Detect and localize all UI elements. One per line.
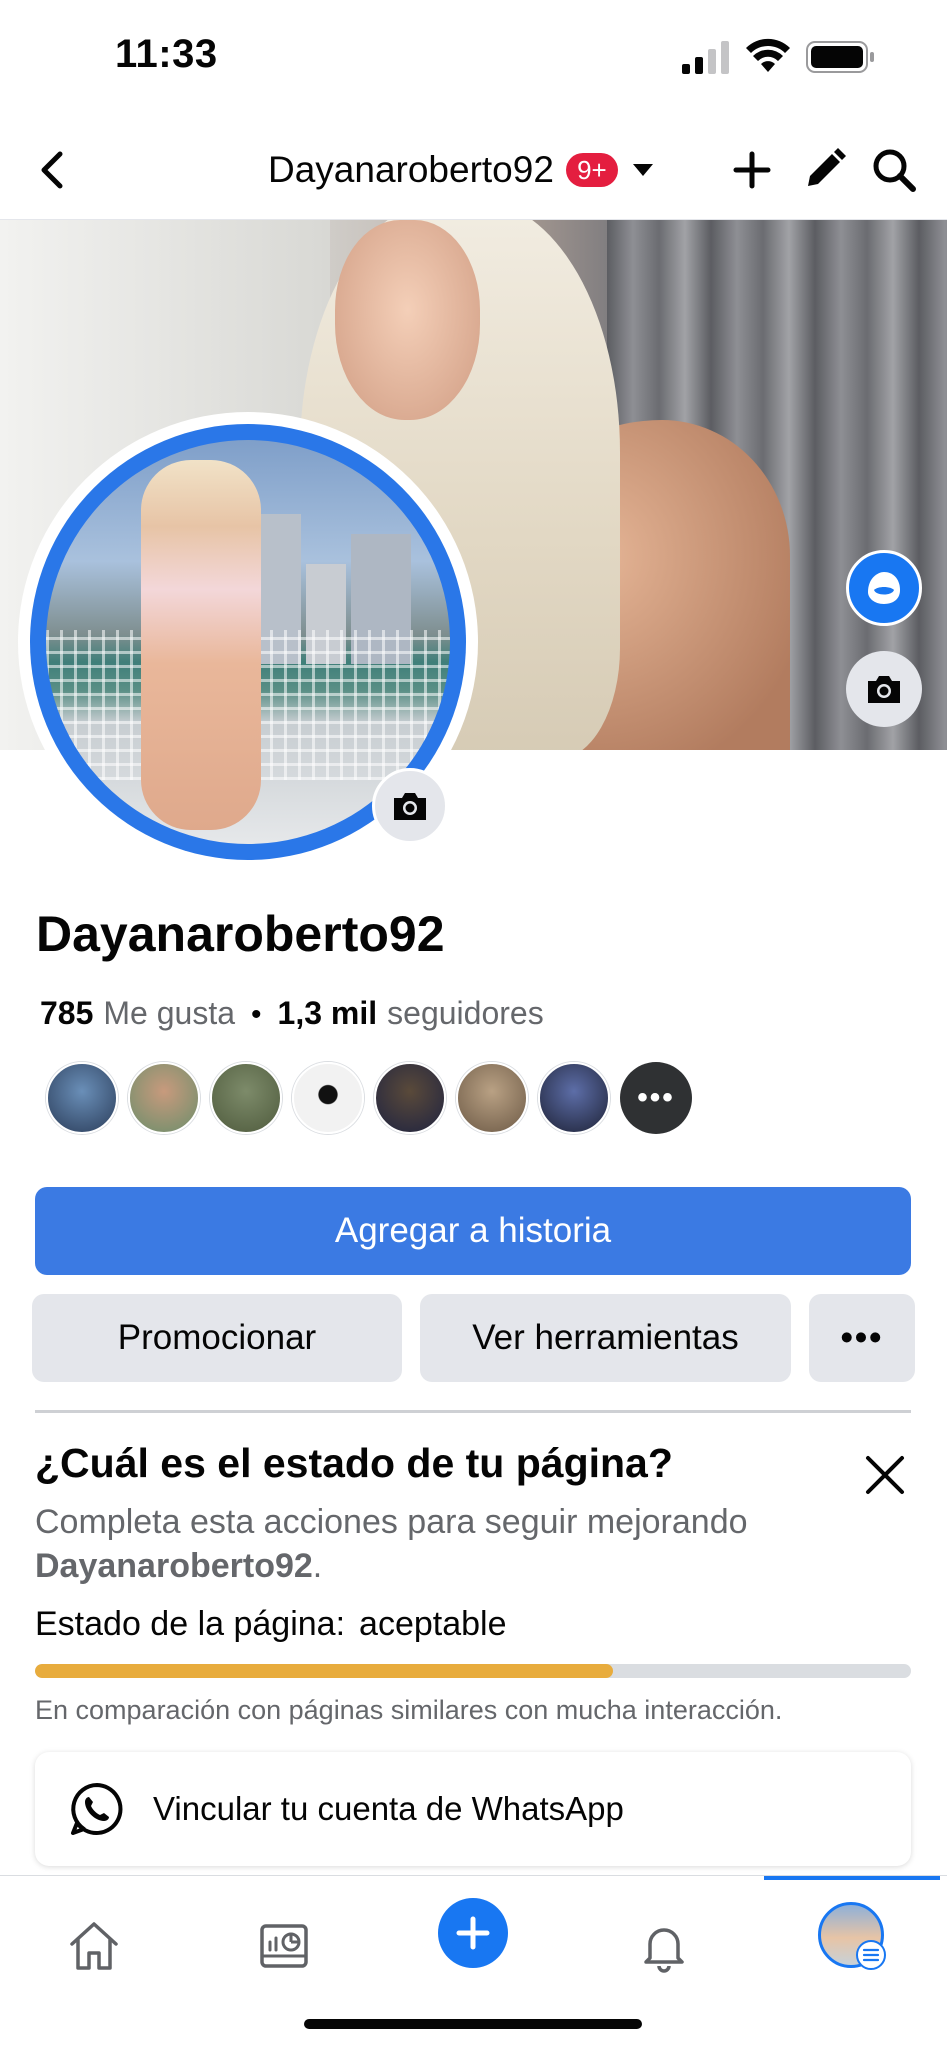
add-to-story-button[interactable]: Agregar a historia [35, 1187, 911, 1275]
avatar[interactable] [210, 1062, 282, 1134]
stats-separator: • [251, 998, 262, 1031]
page-health-progress-bar [35, 1664, 911, 1678]
home-indicator [304, 2019, 642, 2029]
likes-label: Me gusta [103, 995, 236, 1031]
avatar[interactable] [538, 1062, 610, 1134]
avatar[interactable] [374, 1062, 446, 1134]
page-health-status: Estado de la página: aceptable [35, 1605, 507, 1644]
health-desc-prefix: Completa esta acciones para seguir mejor… [35, 1503, 748, 1541]
more-options-button[interactable]: ••• [809, 1294, 915, 1382]
dashboard-icon [260, 1924, 308, 1968]
promote-button[interactable]: Promocionar [32, 1294, 402, 1382]
pp-figure [141, 460, 261, 830]
wifi-icon [746, 38, 790, 72]
tab-notifications[interactable] [624, 1906, 704, 1986]
avatar[interactable] [128, 1062, 200, 1134]
health-desc-page: Dayanaroberto92 [35, 1547, 313, 1585]
page-switcher[interactable]: Dayanaroberto92 9+ [268, 140, 656, 200]
avatar-button[interactable] [846, 550, 922, 626]
tab-create[interactable] [438, 1898, 508, 1968]
notifications-icon [644, 1928, 684, 1973]
page-stats[interactable]: 785 Me gusta • 1,3 mil seguidores [40, 995, 544, 1032]
more-followers-button[interactable]: ••• [620, 1062, 692, 1134]
followers-count: 1,3 mil [277, 995, 378, 1031]
nav-page-title: Dayanaroberto92 [268, 149, 554, 190]
camera-icon [868, 676, 900, 703]
battery-icon [806, 41, 874, 73]
section-divider [35, 1410, 911, 1413]
status-time: 11:33 [115, 32, 218, 76]
avatar[interactable] [456, 1062, 528, 1134]
edit-profile-picture-camera-button[interactable] [372, 768, 448, 844]
health-status-value: aceptable [359, 1605, 507, 1643]
status-bar: 11:33 [0, 0, 947, 110]
camera-icon [394, 793, 426, 820]
link-whatsapp-label: Vincular tu cuenta de WhatsApp [153, 1790, 624, 1827]
menu-icon [856, 1940, 886, 1970]
page-health-description: Completa esta acciones para seguir mejor… [35, 1500, 875, 1588]
tab-home[interactable] [54, 1906, 134, 1986]
home-icon [70, 1922, 118, 1970]
search-icon[interactable] [866, 142, 922, 198]
likes-count: 785 [40, 995, 94, 1031]
cover-figure-face [335, 220, 480, 420]
cellular-signal-icon [682, 41, 729, 74]
followers-label: seguidores [387, 995, 544, 1031]
page-health-progress-fill [35, 1664, 614, 1678]
caret-down-icon [632, 164, 653, 176]
avatar-face-icon [868, 572, 900, 604]
link-whatsapp-card[interactable]: Vincular tu cuenta de WhatsApp [35, 1752, 911, 1866]
pencil-icon[interactable] [796, 142, 852, 198]
view-tools-button[interactable]: Ver herramientas [420, 1294, 791, 1382]
edit-cover-camera-button[interactable] [846, 651, 922, 727]
active-tab-indicator [764, 1876, 940, 1880]
avatar[interactable] [46, 1062, 118, 1134]
health-status-label: Estado de la página: [35, 1605, 346, 1643]
close-icon[interactable] [860, 1450, 910, 1500]
health-desc-suffix: . [312, 1547, 323, 1585]
create-icon [456, 1916, 490, 1950]
page-name: Dayanaroberto92 [36, 906, 445, 962]
page-health-title: ¿Cuál es el estado de tu página? [35, 1440, 673, 1486]
follower-avatars[interactable]: ••• [46, 1062, 692, 1134]
top-navigation-bar: Dayanaroberto92 9+ [0, 120, 947, 220]
notification-badge: 9+ [565, 153, 618, 187]
plus-icon[interactable] [724, 142, 780, 198]
page-health-comparison: En comparación con páginas similares con… [35, 1695, 783, 1725]
whatsapp-icon [71, 1783, 123, 1835]
tab-dashboard[interactable] [244, 1906, 324, 1986]
back-arrow-icon[interactable] [30, 142, 74, 198]
avatar[interactable] [292, 1062, 364, 1134]
